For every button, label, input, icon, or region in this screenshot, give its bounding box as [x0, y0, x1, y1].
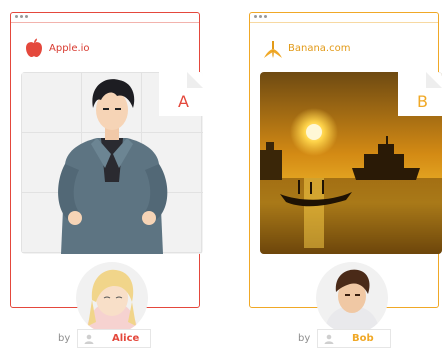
site-brand[interactable]: Banana.com	[262, 37, 350, 59]
window-titlebar	[250, 13, 438, 23]
preview-image: B	[260, 72, 442, 254]
apple-icon	[26, 38, 42, 57]
window-dots	[254, 15, 267, 18]
window-titlebar	[11, 13, 199, 23]
by-label: by	[298, 333, 311, 344]
anime-girl-portrait	[86, 269, 138, 334]
site-name: Apple.io	[49, 42, 90, 54]
author-chip[interactable]: Bob	[317, 329, 391, 348]
site-brand[interactable]: Apple.io	[23, 37, 90, 59]
author-avatar-alice[interactable]	[76, 262, 148, 334]
author-name: Bob	[352, 333, 374, 344]
window-dot	[20, 15, 23, 18]
window-dot	[264, 15, 267, 18]
author-avatar-bob[interactable]	[316, 262, 388, 334]
preview-image: A	[21, 72, 203, 254]
author-name: Alice	[112, 333, 140, 344]
badge-letter: B	[417, 92, 428, 111]
young-man-portrait	[324, 269, 380, 334]
window-dot	[15, 15, 18, 18]
window-dot	[259, 15, 262, 18]
user-icon	[84, 334, 98, 344]
author-byline: by Alice	[58, 329, 151, 348]
window-dot	[254, 15, 257, 18]
banana-icon	[264, 41, 282, 58]
window-dots	[15, 15, 28, 18]
by-label: by	[58, 333, 71, 344]
user-icon	[324, 334, 338, 344]
site-name: Banana.com	[288, 42, 351, 54]
badge-letter: A	[178, 92, 189, 111]
author-chip[interactable]: Alice	[77, 329, 151, 348]
window-dot	[25, 15, 28, 18]
author-byline: by Bob	[298, 329, 391, 348]
